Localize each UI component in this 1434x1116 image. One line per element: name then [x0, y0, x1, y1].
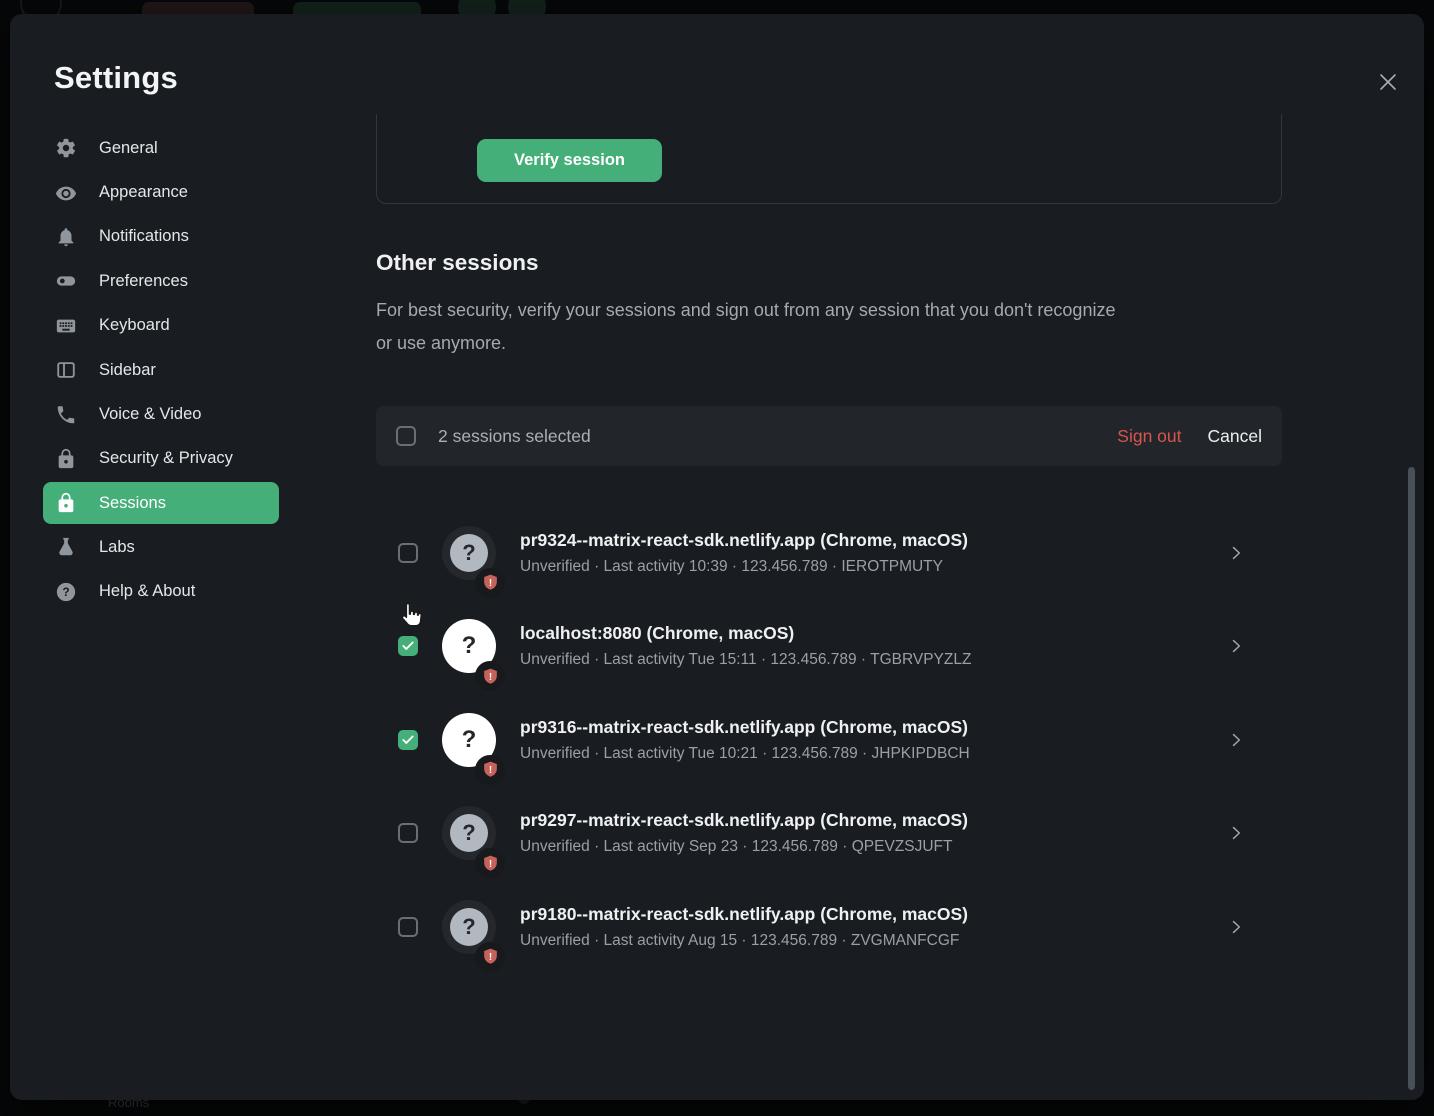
chevron-right-icon[interactable] — [1226, 823, 1246, 843]
chevron-right-icon[interactable] — [1226, 543, 1246, 563]
cancel-button[interactable]: Cancel — [1208, 426, 1262, 447]
lock-icon — [54, 491, 78, 515]
svg-text:!: ! — [488, 765, 491, 776]
session-row[interactable]: ? ! pr9316--matrix-react-sdk.netlify.app… — [376, 693, 1282, 787]
sidebar-item-appearance[interactable]: Appearance — [43, 170, 279, 214]
sidebar-item-help-about[interactable]: ? Help & About — [43, 570, 279, 614]
current-session-card: Verify session — [376, 114, 1282, 204]
lock-icon — [54, 447, 78, 471]
session-details: Unverified · Last activity Tue 15:11 · 1… — [520, 651, 971, 669]
settings-dialog: Settings General Appearance Notification… — [10, 14, 1424, 1100]
session-name: pr9324--matrix-react-sdk.netlify.app (Ch… — [520, 530, 968, 551]
selection-count: 2 sessions selected — [438, 426, 591, 447]
sidebar-item-preferences[interactable]: Preferences — [43, 259, 279, 303]
chevron-right-icon[interactable] — [1226, 730, 1246, 750]
close-icon — [1377, 71, 1399, 93]
chevron-right-icon[interactable] — [1226, 917, 1246, 937]
unverified-shield-icon: ! — [475, 942, 505, 972]
unknown-device-icon: ? — [450, 721, 488, 759]
scrollbar[interactable] — [1408, 467, 1415, 1090]
sidebar-item-general[interactable]: General — [43, 126, 279, 170]
svg-text:!: ! — [488, 952, 491, 963]
page-title: Settings — [54, 60, 178, 96]
session-row[interactable]: ? ! localhost:8080 (Chrome, macOS) Unver… — [376, 600, 1282, 694]
svg-text:!: ! — [488, 578, 491, 589]
unverified-shield-icon: ! — [475, 848, 505, 878]
unverified-shield-icon: ! — [475, 661, 505, 691]
session-avatar: ? ! — [442, 619, 496, 673]
toggle-icon — [54, 269, 78, 293]
session-details: Unverified · Last activity 10:39 · 123.4… — [520, 558, 968, 576]
session-checkbox[interactable] — [398, 730, 418, 750]
selection-bar: 2 sessions selected Sign out Cancel — [376, 406, 1282, 466]
chevron-right-icon[interactable] — [1226, 636, 1246, 656]
session-name: pr9180--matrix-react-sdk.netlify.app (Ch… — [520, 904, 968, 925]
eye-icon — [54, 181, 78, 205]
svg-text:?: ? — [62, 585, 69, 599]
sidebar-item-voice-video[interactable]: Voice & Video — [43, 392, 279, 436]
session-row[interactable]: ? ! pr9297--matrix-react-sdk.netlify.app… — [376, 787, 1282, 881]
session-details: Unverified · Last activity Aug 15 · 123.… — [520, 932, 968, 950]
keyboard-icon — [54, 314, 78, 338]
session-name: pr9297--matrix-react-sdk.netlify.app (Ch… — [520, 810, 968, 831]
sidebar-item-notifications[interactable]: Notifications — [43, 215, 279, 259]
sidebar-item-sessions[interactable]: Sessions — [43, 482, 279, 524]
unknown-device-icon: ? — [450, 908, 488, 946]
session-name: pr9316--matrix-react-sdk.netlify.app (Ch… — [520, 717, 970, 738]
session-name: localhost:8080 (Chrome, macOS) — [520, 623, 971, 644]
unknown-device-icon: ? — [450, 627, 488, 665]
select-all-checkbox[interactable] — [396, 426, 416, 446]
session-avatar: ? ! — [442, 900, 496, 954]
session-checkbox[interactable] — [398, 636, 418, 656]
other-sessions-heading: Other sessions — [376, 250, 539, 276]
phone-icon — [54, 403, 78, 427]
svg-text:!: ! — [488, 672, 491, 683]
session-checkbox[interactable] — [398, 543, 418, 563]
close-button[interactable] — [1370, 64, 1406, 100]
bell-icon — [54, 225, 78, 249]
session-avatar: ? ! — [442, 713, 496, 767]
verify-session-button[interactable]: Verify session — [477, 139, 662, 182]
session-checkbox[interactable] — [398, 823, 418, 843]
sidebar-icon — [54, 358, 78, 382]
session-checkbox[interactable] — [398, 917, 418, 937]
screen: Rooms Settings General Appearance Notifi… — [0, 0, 1434, 1116]
settings-sidebar: General Appearance Notifications Prefere… — [43, 126, 279, 614]
unknown-device-icon: ? — [450, 814, 488, 852]
sign-out-button[interactable]: Sign out — [1117, 426, 1181, 447]
session-avatar: ? ! — [442, 526, 496, 580]
session-row[interactable]: ? ! pr9324--matrix-react-sdk.netlify.app… — [376, 506, 1282, 600]
help-icon: ? — [54, 580, 78, 604]
sidebar-item-labs[interactable]: Labs — [43, 525, 279, 569]
settings-content: Verify session Other sessions For best s… — [376, 14, 1282, 1100]
session-avatar: ? ! — [442, 806, 496, 860]
gear-icon — [54, 136, 78, 160]
session-details: Unverified · Last activity Sep 23 · 123.… — [520, 838, 968, 856]
flask-icon — [54, 535, 78, 559]
unknown-device-icon: ? — [450, 534, 488, 572]
sidebar-item-keyboard[interactable]: Keyboard — [43, 304, 279, 348]
session-row[interactable]: ? ! pr9180--matrix-react-sdk.netlify.app… — [376, 880, 1282, 974]
sidebar-item-security-privacy[interactable]: Security & Privacy — [43, 437, 279, 481]
session-details: Unverified · Last activity Tue 10:21 · 1… — [520, 745, 970, 763]
svg-text:!: ! — [488, 859, 491, 870]
current-session-card-clip: Verify session — [376, 114, 1282, 204]
unverified-shield-icon: ! — [475, 755, 505, 785]
sidebar-item-sidebar[interactable]: Sidebar — [43, 348, 279, 392]
unverified-shield-icon: ! — [475, 568, 505, 598]
session-list: ? ! pr9324--matrix-react-sdk.netlify.app… — [376, 506, 1282, 974]
other-sessions-description: For best security, verify your sessions … — [376, 294, 1136, 360]
